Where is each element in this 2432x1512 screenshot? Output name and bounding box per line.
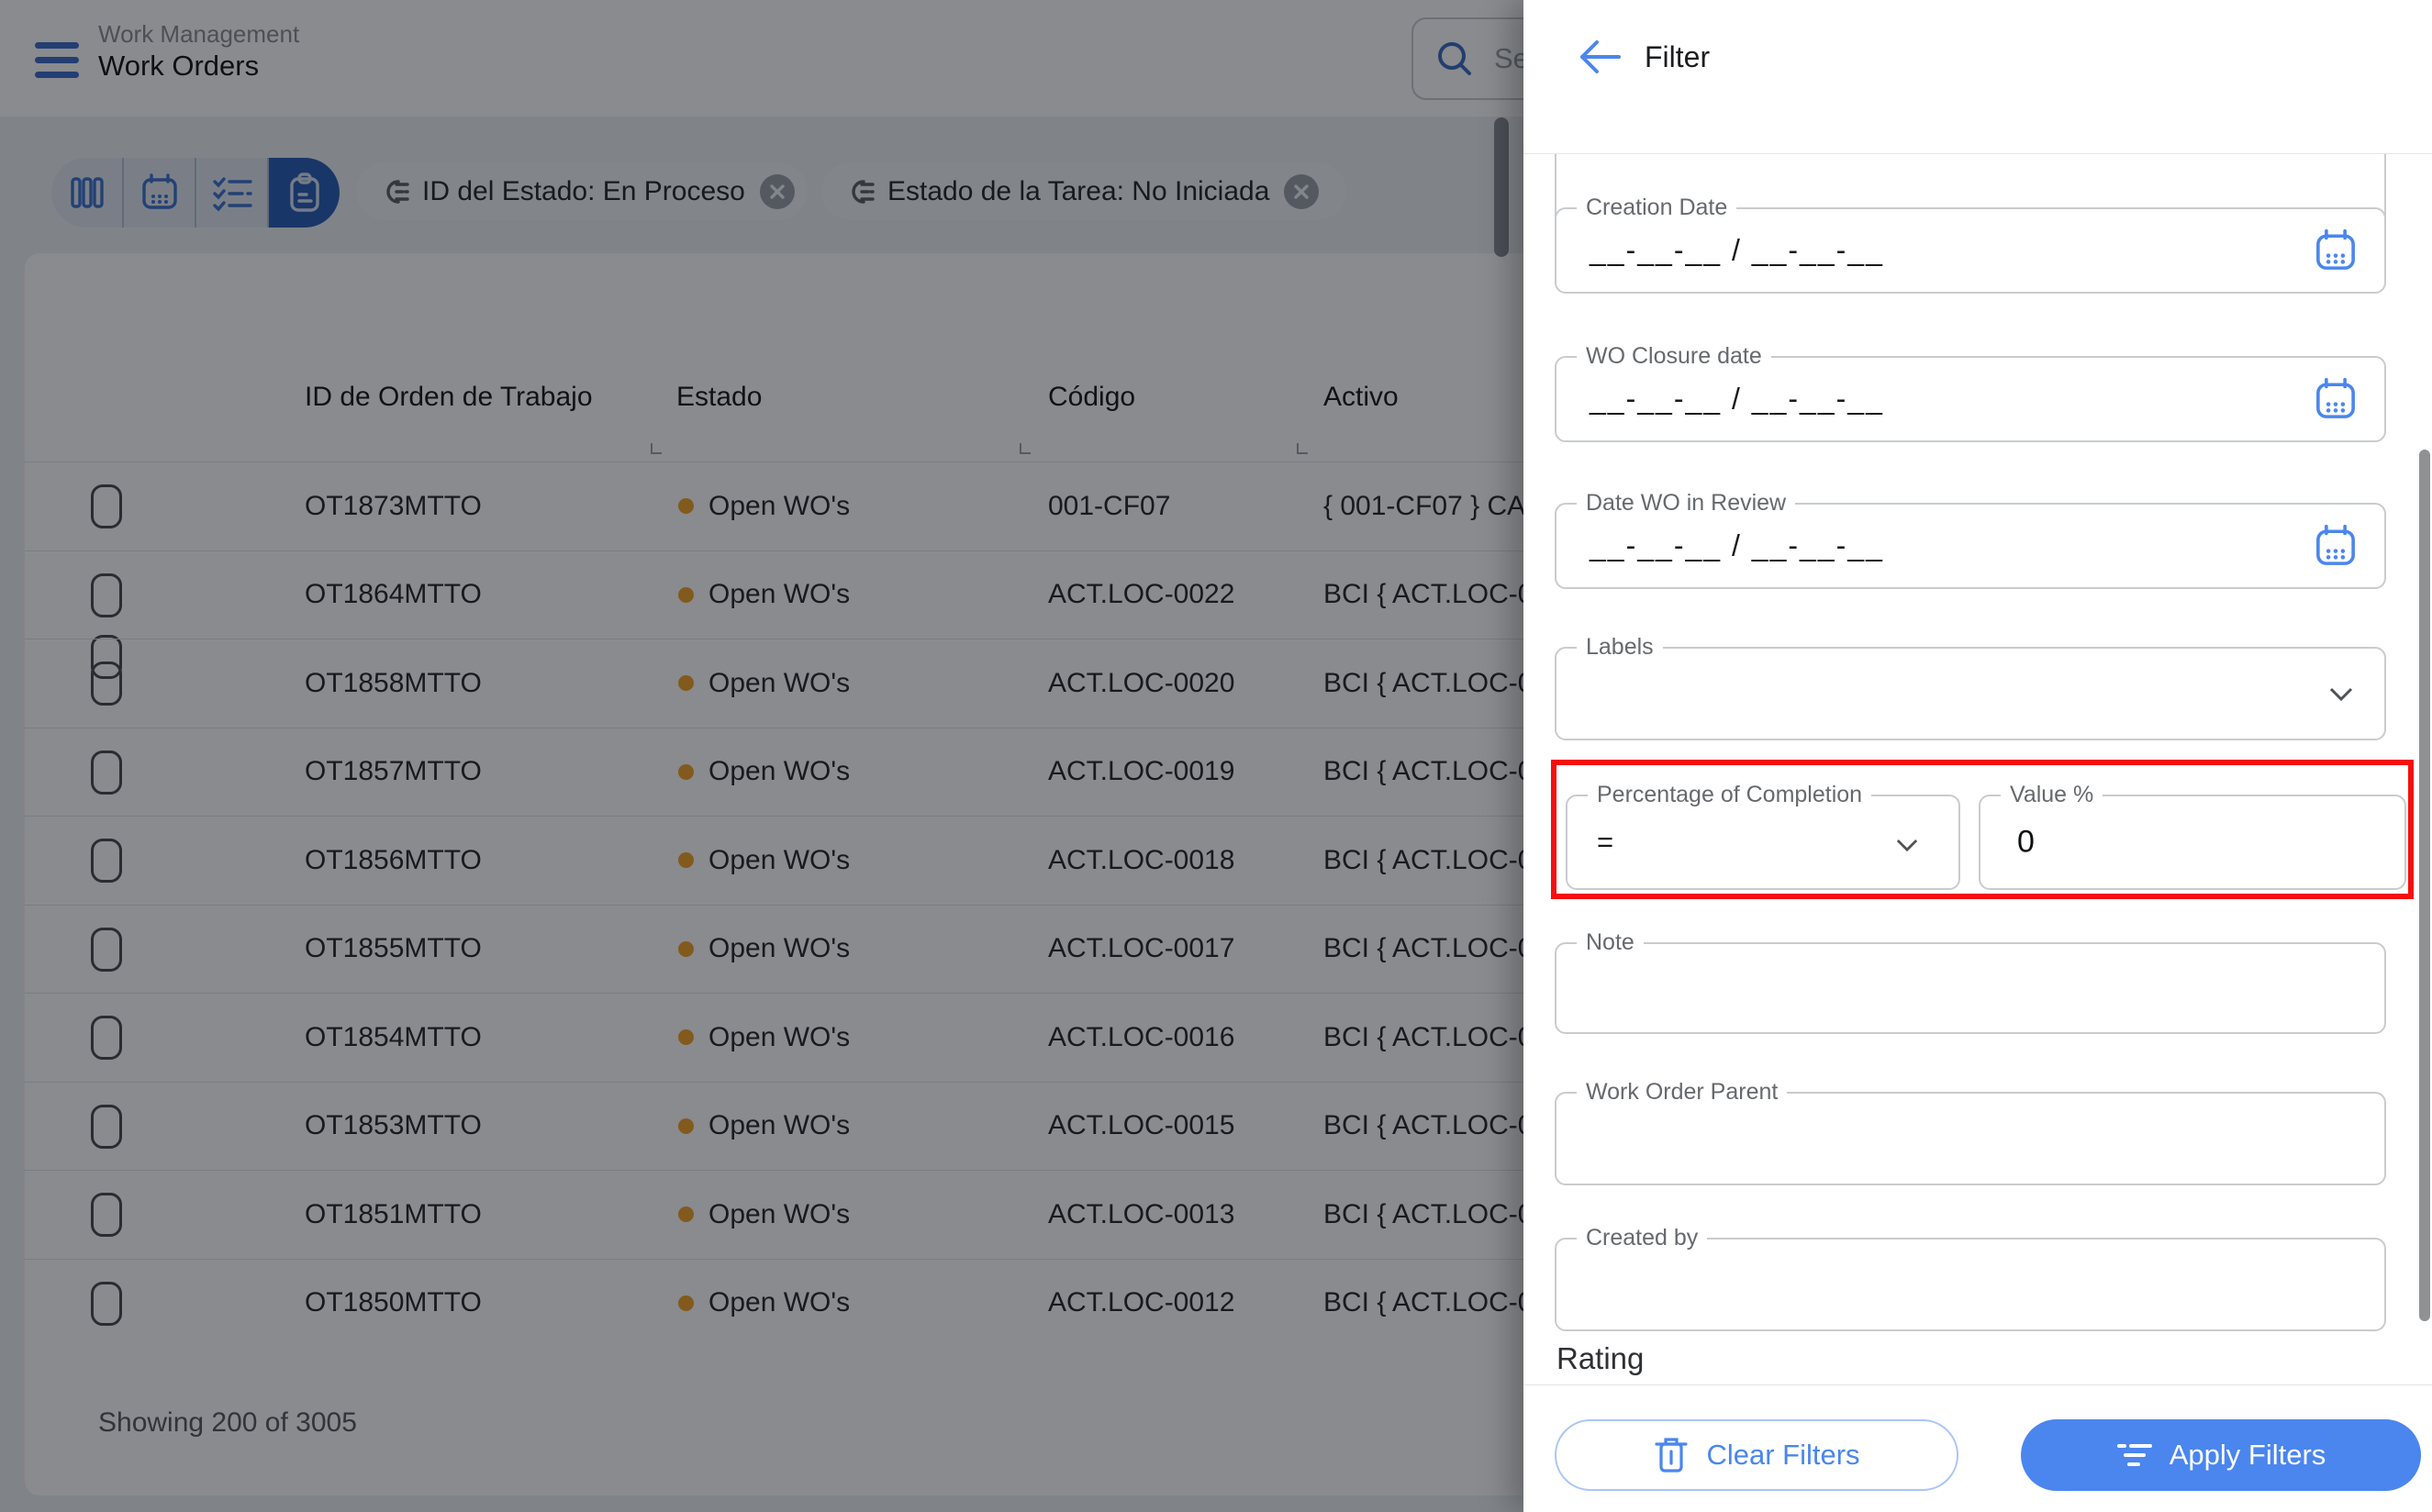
panel-scrollbar[interactable] bbox=[2419, 450, 2430, 1321]
field-label: Created by bbox=[1577, 1225, 1707, 1251]
clear-filters-button[interactable]: Clear Filters bbox=[1555, 1419, 1958, 1491]
field-label: Date WO in Review bbox=[1577, 490, 1795, 517]
chevron-down-icon bbox=[2329, 687, 2353, 702]
apply-filters-button[interactable]: Apply Filters bbox=[2021, 1419, 2421, 1491]
field-label: Work Order Parent bbox=[1577, 1079, 1787, 1106]
filter-panel: Creation Date __-__-__ / __-__-__ WO Clo… bbox=[1523, 0, 2432, 1512]
date-wo-in-review-field[interactable]: Date WO in Review __-__-__ / __-__-__ bbox=[1555, 503, 2386, 589]
work-order-parent-input[interactable]: Work Order Parent bbox=[1555, 1092, 2386, 1185]
field-label: Value % bbox=[2001, 782, 2103, 808]
note-input[interactable]: Note bbox=[1555, 942, 2386, 1034]
trash-icon bbox=[1653, 1435, 1690, 1475]
creation-date-field[interactable]: Creation Date __-__-__ / __-__-__ bbox=[1555, 207, 2386, 294]
chevron-down-icon bbox=[1896, 839, 1918, 852]
rating-section-label: Rating bbox=[1556, 1341, 1644, 1376]
date-placeholder: __-__-__ / __-__-__ bbox=[1590, 529, 1884, 563]
filter-lines-icon bbox=[2116, 1439, 2153, 1472]
field-label: Note bbox=[1577, 929, 1644, 956]
clear-filters-label: Clear Filters bbox=[1706, 1439, 1859, 1472]
date-placeholder: __-__-__ / __-__-__ bbox=[1590, 234, 1884, 268]
calendar-picker-icon[interactable] bbox=[2311, 226, 2360, 275]
percentage-of-completion-select[interactable]: Percentage of Completion = bbox=[1566, 795, 1960, 890]
calendar-picker-icon[interactable] bbox=[2311, 521, 2360, 571]
filter-panel-title: Filter bbox=[1645, 40, 1710, 74]
date-placeholder: __-__-__ / __-__-__ bbox=[1590, 383, 1884, 417]
value-percent-input[interactable]: Value % 0 bbox=[1979, 795, 2406, 890]
calendar-picker-icon[interactable] bbox=[2311, 374, 2360, 424]
field-label: WO Closure date bbox=[1577, 343, 1771, 370]
app-window: Work Management Work Orders Search bbox=[0, 0, 2432, 1512]
back-arrow-icon[interactable] bbox=[1577, 37, 1624, 77]
labels-select[interactable]: Labels bbox=[1555, 647, 2386, 740]
filter-panel-header: Filter bbox=[1523, 0, 2432, 154]
value-percent-value: 0 bbox=[2017, 825, 2035, 861]
apply-filters-label: Apply Filters bbox=[2170, 1439, 2326, 1472]
created-by-input[interactable]: Created by bbox=[1555, 1238, 2386, 1331]
field-label: Labels bbox=[1577, 634, 1663, 661]
field-label: Creation Date bbox=[1577, 195, 1736, 221]
filter-panel-footer: Clear Filters Apply Filters bbox=[1523, 1384, 2432, 1512]
field-label: Percentage of Completion bbox=[1588, 782, 1871, 808]
percentage-operator-value: = bbox=[1597, 826, 1613, 859]
wo-closure-date-field[interactable]: WO Closure date __-__-__ / __-__-__ bbox=[1555, 356, 2386, 442]
